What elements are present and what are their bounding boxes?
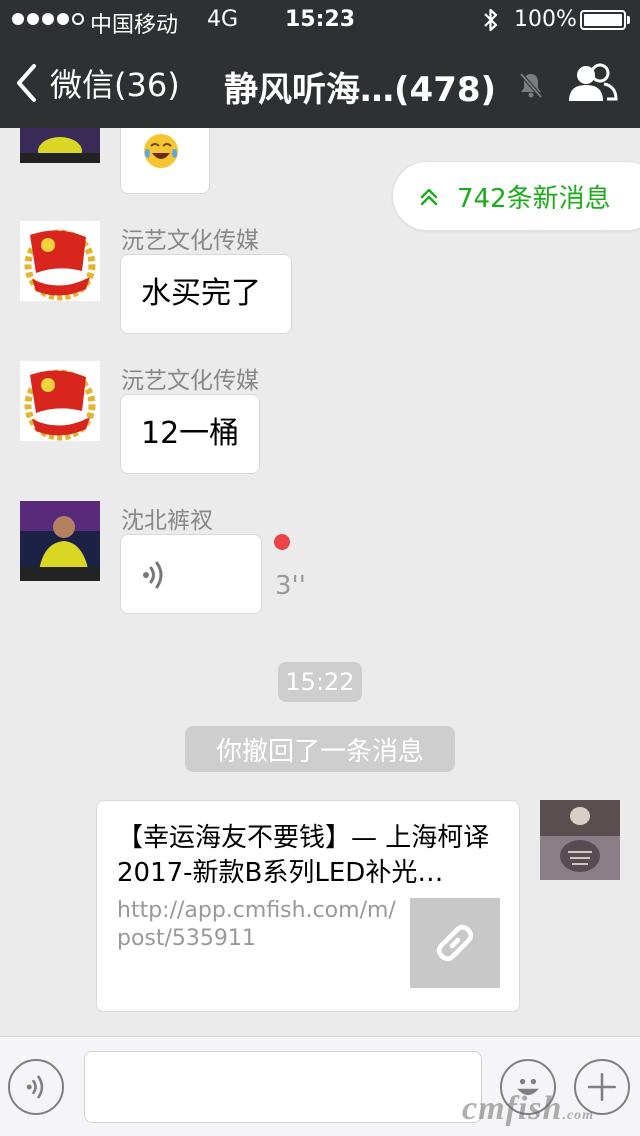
avatar[interactable] [20, 221, 100, 301]
new-messages-label: 742条新消息 [457, 183, 611, 214]
message-input[interactable] [84, 1051, 482, 1123]
avatar[interactable] [20, 128, 100, 163]
sender-name: 沅艺文化传媒 [121, 228, 259, 254]
new-messages-button[interactable]: 742条新消息 [392, 161, 640, 231]
link-icon [436, 924, 474, 962]
chevron-left-icon [17, 64, 36, 102]
voice-wave-icon [143, 561, 163, 589]
battery-icon [580, 10, 626, 30]
voice-duration: 3'' [275, 571, 306, 601]
link-card[interactable]: 【幸运海友不要钱】— 上海柯译2017-新款B系列LED补光… http://a… [96, 800, 520, 1012]
avatar-image [20, 128, 100, 163]
youth-league-emblem-avatar [20, 361, 100, 441]
timestamp: 15:22 [278, 662, 362, 702]
watermark-text: cmfish [462, 1090, 563, 1127]
avatar[interactable] [20, 501, 100, 581]
message-bubble[interactable]: 水买完了 [120, 254, 292, 334]
crying-laughing-emoji-icon [144, 134, 178, 168]
message-text: 水买完了 [141, 276, 261, 311]
my-avatar[interactable] [540, 800, 620, 880]
navigation-bar: 微信(36) 静风听海…(478) [0, 40, 640, 128]
watermark: cmfish.com [462, 1090, 594, 1128]
link-card-thumbnail [410, 898, 500, 988]
avatar-image [20, 501, 100, 581]
link-card-title: 【幸运海友不要钱】— 上海柯译2017-新款B系列LED补光… [117, 823, 490, 888]
bluetooth-icon [484, 8, 498, 32]
voice-input-button[interactable] [8, 1059, 64, 1115]
double-chevron-up-icon [420, 188, 438, 206]
sender-name: 沈北裤衩 [121, 508, 213, 534]
top-bar: 中国移动 4G 15:23 100% 微信(36) 静风听海…(478) [0, 0, 640, 128]
status-bar: 中国移动 4G 15:23 100% [0, 0, 640, 40]
link-card-url: http://app.cmfish.com/m/post/535911 [117, 898, 396, 951]
back-label: 微信(36) [50, 66, 180, 104]
message-bubble[interactable] [120, 128, 210, 194]
kitten-tiger-reflection-avatar [540, 800, 620, 880]
group-icon[interactable] [566, 62, 618, 106]
watermark-suffix: .com [562, 1108, 595, 1123]
chat-title: 静风听海…(478) [224, 70, 497, 110]
system-notice: 你撤回了一条消息 [185, 726, 455, 772]
battery-percent: 100% [514, 7, 577, 32]
voice-message-bubble[interactable] [120, 534, 262, 614]
youth-league-emblem-avatar [20, 221, 100, 301]
message-bubble[interactable]: 12一桶 [120, 394, 260, 474]
unread-dot [274, 534, 290, 550]
bell-slash-icon [519, 72, 543, 99]
message-text: 12一桶 [141, 416, 240, 451]
sender-name: 沅艺文化传媒 [121, 368, 259, 394]
chat-area[interactable]: 742条新消息 沅艺文化传媒 水买完了 沅艺文化传媒 12一桶 沈北裤衩 3''… [0, 128, 640, 1036]
back-button[interactable]: 微信(36) [14, 60, 180, 106]
avatar[interactable] [20, 361, 100, 441]
voice-wave-icon [26, 1075, 44, 1099]
